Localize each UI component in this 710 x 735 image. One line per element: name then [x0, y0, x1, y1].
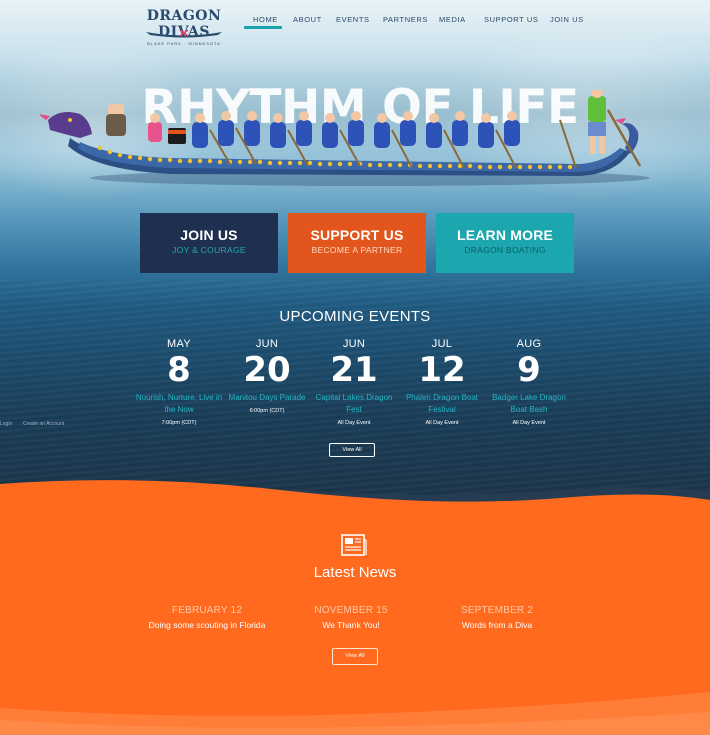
- news-date: SEPTEMBER 2: [460, 605, 534, 616]
- join-us-cta-subtitle: JOY & COURAGE: [172, 245, 246, 255]
- logo-boat-icon: [146, 30, 222, 38]
- event-month: JUN: [255, 338, 279, 350]
- learn-more-cta[interactable]: LEARN MORE DRAGON BOATING: [436, 213, 574, 273]
- nav-events[interactable]: EVENTS: [336, 15, 370, 24]
- learn-more-cta-title: LEARN MORE: [456, 227, 554, 243]
- event-item[interactable]: MAY 8 Nourish, Nurture, Live in the Now …: [134, 338, 224, 426]
- news-item[interactable]: SEPTEMBER 2 Words from a Diva: [417, 605, 577, 630]
- news-view-all-button[interactable]: View All: [332, 648, 378, 665]
- join-us-cta[interactable]: JOIN US JOY & COURAGE: [140, 213, 278, 273]
- events-view-all-button[interactable]: View All: [329, 443, 375, 457]
- upcoming-events-heading: UPCOMING EVENTS: [279, 308, 431, 325]
- event-time: 6:00pm (CDT): [249, 408, 285, 414]
- news-headline-link[interactable]: Words from a Diva: [417, 620, 577, 630]
- dragon-boat-image: [40, 90, 650, 186]
- nav-home[interactable]: HOME: [253, 15, 278, 24]
- latest-news-section: Latest News FEBRUARY 12 Doing some scout…: [0, 470, 710, 735]
- news-date: NOVEMBER 15: [314, 605, 388, 616]
- support-us-cta-title: SUPPORT US: [310, 227, 404, 243]
- event-name-link[interactable]: Manitou Days Parade: [222, 392, 312, 404]
- nav-about[interactable]: ABOUT: [293, 15, 322, 24]
- learn-more-cta-subtitle: DRAGON BOATING: [464, 245, 546, 255]
- event-name-link[interactable]: Nourish, Nurture, Live in the Now: [134, 392, 224, 416]
- nav-media[interactable]: MEDIA: [439, 15, 466, 24]
- event-day: 12: [418, 350, 466, 390]
- event-name-link[interactable]: Badger Lake Dragon Boat Bash: [484, 392, 574, 416]
- event-time: All Day Event: [425, 420, 459, 426]
- event-day: 8: [167, 350, 191, 390]
- nav-join-us[interactable]: JOIN US: [550, 15, 584, 24]
- event-name-link[interactable]: Phalen Dragon Boat Festival: [397, 392, 487, 416]
- news-item[interactable]: NOVEMBER 15 We Thank You!: [271, 605, 431, 630]
- login-link[interactable]: Login: [0, 421, 12, 427]
- news-headline-link[interactable]: We Thank You!: [271, 620, 431, 630]
- event-time: All Day Event: [337, 420, 371, 426]
- site-logo[interactable]: DRAGON DIVAS BLAKE PARK · MINNESOTA: [134, 8, 234, 46]
- event-time: All Day Event: [512, 420, 546, 426]
- event-month: AUG: [516, 338, 542, 350]
- event-month: JUN: [342, 338, 366, 350]
- event-item[interactable]: JUL 12 Phalen Dragon Boat Festival All D…: [397, 338, 487, 426]
- event-item[interactable]: JUN 20 Manitou Days Parade 6:00pm (CDT): [222, 338, 312, 414]
- news-headline-link[interactable]: Doing some scouting in Florida: [127, 620, 287, 630]
- nav-support-us[interactable]: SUPPORT US: [484, 15, 539, 24]
- event-day: 9: [517, 350, 541, 390]
- event-day: 21: [330, 350, 378, 390]
- logo-tagline: BLAKE PARK · MINNESOTA: [147, 41, 221, 46]
- event-name-link[interactable]: Capital Lakes Dragon Fest: [309, 392, 399, 416]
- support-us-cta-subtitle: BECOME A PARTNER: [311, 245, 403, 255]
- newspaper-icon: [341, 534, 367, 556]
- event-month: MAY: [167, 338, 191, 350]
- event-day: 20: [243, 350, 291, 390]
- event-month: JUL: [431, 338, 453, 350]
- latest-news-heading: Latest News: [313, 564, 397, 581]
- news-date: FEBRUARY 12: [171, 605, 243, 616]
- event-item[interactable]: AUG 9 Badger Lake Dragon Boat Bash All D…: [484, 338, 574, 426]
- news-wave-background: [0, 480, 710, 735]
- join-us-cta-title: JOIN US: [180, 227, 238, 243]
- create-account-link[interactable]: Create an Account: [23, 421, 64, 427]
- event-item[interactable]: JUN 21 Capital Lakes Dragon Fest All Day…: [309, 338, 399, 426]
- nav-partners[interactable]: PARTNERS: [383, 15, 428, 24]
- news-item[interactable]: FEBRUARY 12 Doing some scouting in Flori…: [127, 605, 287, 630]
- nav-active-underline: [244, 26, 282, 29]
- event-time: 7:00pm (CDT): [161, 420, 197, 426]
- support-us-cta[interactable]: SUPPORT US BECOME A PARTNER: [288, 213, 426, 273]
